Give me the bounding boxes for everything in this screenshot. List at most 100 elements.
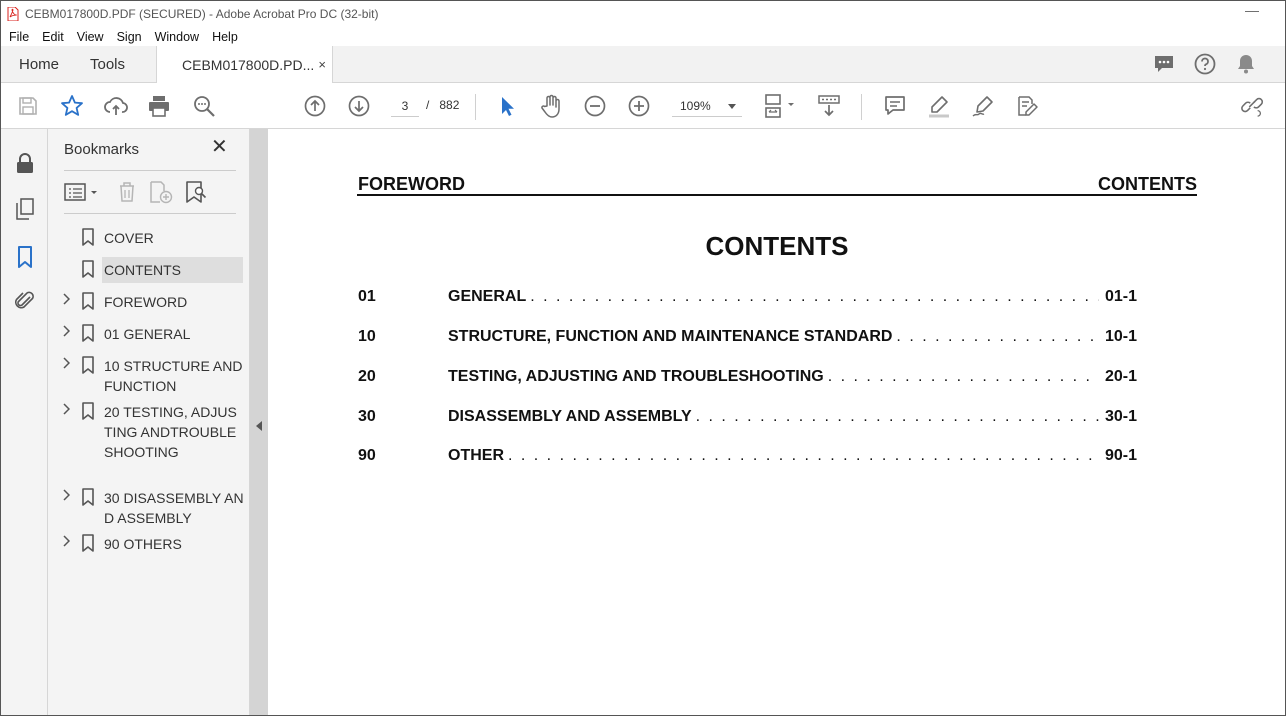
zoom-out-icon[interactable] <box>583 94 607 118</box>
bookmark-icon <box>82 356 94 377</box>
toolbar-divider <box>475 94 476 120</box>
page-thumbnails-icon[interactable] <box>13 197 37 221</box>
lock-icon[interactable] <box>13 151 37 175</box>
toc-leader-dots: . . . . . . . . . . . . . . . . . . . . … <box>530 288 1099 305</box>
select-cursor-icon[interactable] <box>495 94 519 118</box>
contents-heading: CONTENTS <box>705 231 849 261</box>
window-title: CEBM017800D.PDF (SECURED) - Adobe Acroba… <box>25 7 379 21</box>
bookmark-options-icon[interactable] <box>64 180 100 204</box>
menu-help[interactable]: Help <box>212 30 238 44</box>
print-icon[interactable] <box>147 94 171 118</box>
header-rule <box>357 194 1197 196</box>
bookmark-label: 30 DISASSEMBLY AND ASSEMBLY <box>104 490 244 526</box>
toc-row[interactable]: 90 OTHER. . . . . . . . . . . . . . . . … <box>358 447 1137 469</box>
menu-edit[interactable]: Edit <box>42 30 64 44</box>
menu-window[interactable]: Window <box>155 30 199 44</box>
chevron-right-icon[interactable] <box>62 325 71 337</box>
toc-row[interactable]: 01 GENERAL. . . . . . . . . . . . . . . … <box>358 288 1137 310</box>
save-icon[interactable] <box>16 94 40 118</box>
tab-document[interactable]: CEBM017800D.PD... × <box>156 46 333 84</box>
document-page: FOREWORD CONTENTS CONTENTS 01 GENERAL. .… <box>268 129 1285 715</box>
edit-pdf-icon[interactable] <box>1015 94 1039 118</box>
tab-home[interactable]: Home <box>19 56 59 73</box>
chevron-down-icon <box>728 104 736 109</box>
bookmark-label: CONTENTS <box>104 262 181 278</box>
hand-tool-icon[interactable] <box>539 94 563 118</box>
collapse-panel-icon[interactable] <box>256 421 262 431</box>
bookmark-icon <box>82 324 94 345</box>
highlight-pen-icon[interactable] <box>927 94 951 118</box>
zoom-in-icon[interactable] <box>627 94 651 118</box>
toolbar-divider <box>861 94 862 120</box>
toc-leader-dots: . . . . . . . . . . . . . . . . . . . . … <box>695 408 1099 425</box>
toc-title: DISASSEMBLY AND ASSEMBLY <box>448 408 692 425</box>
toc-leader-dots: . . . . . . . . . . . . . . . . . . . . … <box>896 328 1099 345</box>
toc-number: 01 <box>358 288 376 305</box>
toc-row[interactable]: 20 TESTING, ADJUSTING AND TROUBLESHOOTIN… <box>358 368 1137 390</box>
chevron-right-icon[interactable] <box>62 489 71 501</box>
page-number-input[interactable] <box>391 95 419 117</box>
comment-bubble-icon[interactable] <box>1153 53 1175 75</box>
tab-close-button[interactable]: × <box>318 57 326 72</box>
tab-row: Home Tools CEBM017800D.PD... × <box>1 46 1285 84</box>
menu-bar: File Edit View Sign Window Help <box>1 27 251 46</box>
new-bookmark-icon[interactable] <box>148 180 174 204</box>
page-header-right: CONTENTS <box>1098 174 1197 194</box>
notification-bell-icon[interactable] <box>1235 53 1257 75</box>
toc-number: 90 <box>358 447 376 464</box>
panel-splitter[interactable] <box>250 129 268 715</box>
toc-row[interactable]: 30 DISASSEMBLY AND ASSEMBLY. . . . . . .… <box>358 408 1137 430</box>
toc-page: 30-1 <box>1104 408 1137 425</box>
bookmarks-panel: Bookmarks ✕ COVER CONTENTS FOREWORD 01 G… <box>48 129 250 715</box>
menu-file[interactable]: File <box>9 30 29 44</box>
delete-bookmark-icon[interactable] <box>116 180 138 204</box>
zoom-dropdown[interactable]: 109% <box>672 95 742 117</box>
toc-row[interactable]: 10 STRUCTURE, FUNCTION AND MAINTENANCE S… <box>358 328 1137 350</box>
help-icon[interactable] <box>1194 53 1216 75</box>
menu-sign[interactable]: Sign <box>117 30 142 44</box>
attachment-paperclip-icon[interactable] <box>13 289 37 313</box>
toc-title: TESTING, ADJUSTING AND TROUBLESHOOTING <box>448 368 824 385</box>
page-fit-icon[interactable] <box>763 94 797 118</box>
toc-leader-dots: . . . . . . . . . . . . . . . . . . . . … <box>827 368 1099 385</box>
star-bookmark-icon[interactable] <box>60 94 84 118</box>
find-zoom-icon[interactable] <box>192 94 216 118</box>
bookmark-icon <box>82 488 94 509</box>
toc-leader-dots: . . . . . . . . . . . . . . . . . . . . … <box>508 447 1099 464</box>
add-comment-icon[interactable] <box>883 94 907 118</box>
chevron-right-icon[interactable] <box>62 403 71 415</box>
left-navigation-rail <box>1 129 48 715</box>
close-icon[interactable]: ✕ <box>211 137 228 157</box>
tab-document-label: CEBM017800D.PD... <box>182 57 315 73</box>
bookmark-icon <box>82 260 94 281</box>
chevron-right-icon[interactable] <box>62 293 71 305</box>
bookmark-label: 90 OTHERS <box>104 536 182 552</box>
chevron-right-icon[interactable] <box>62 535 71 547</box>
chevron-right-icon[interactable] <box>62 357 71 369</box>
share-upload-icon[interactable] <box>104 94 128 118</box>
share-link-icon[interactable] <box>1241 94 1265 118</box>
bookmark-label: 10 STRUCTURE AND FUNCTION <box>104 358 243 394</box>
total-pages: 882 <box>439 98 460 112</box>
toc-page: 20-1 <box>1104 368 1137 385</box>
draw-sign-icon[interactable] <box>971 94 995 118</box>
find-bookmark-icon[interactable] <box>184 180 208 204</box>
tab-tools[interactable]: Tools <box>90 56 125 73</box>
toc-number: 30 <box>358 408 376 425</box>
next-page-icon[interactable] <box>347 94 371 118</box>
toc-page: 10-1 <box>1104 328 1137 345</box>
bookmarks-panel-icon[interactable] <box>13 245 37 269</box>
page-separator: / <box>426 98 430 112</box>
scroll-mode-icon[interactable] <box>817 94 841 118</box>
previous-page-icon[interactable] <box>303 94 327 118</box>
bookmark-label: COVER <box>104 230 154 246</box>
bookmark-icon <box>82 292 94 313</box>
minimize-button[interactable]: — <box>1245 3 1259 19</box>
divider <box>64 213 236 214</box>
acrobat-pdf-icon <box>7 6 19 22</box>
bookmarks-title: Bookmarks <box>64 141 140 158</box>
bookmark-icon <box>82 534 94 555</box>
menu-view[interactable]: View <box>77 30 104 44</box>
page-header-left: FOREWORD <box>358 174 465 194</box>
toc-title: STRUCTURE, FUNCTION AND MAINTENANCE STAN… <box>448 328 893 345</box>
